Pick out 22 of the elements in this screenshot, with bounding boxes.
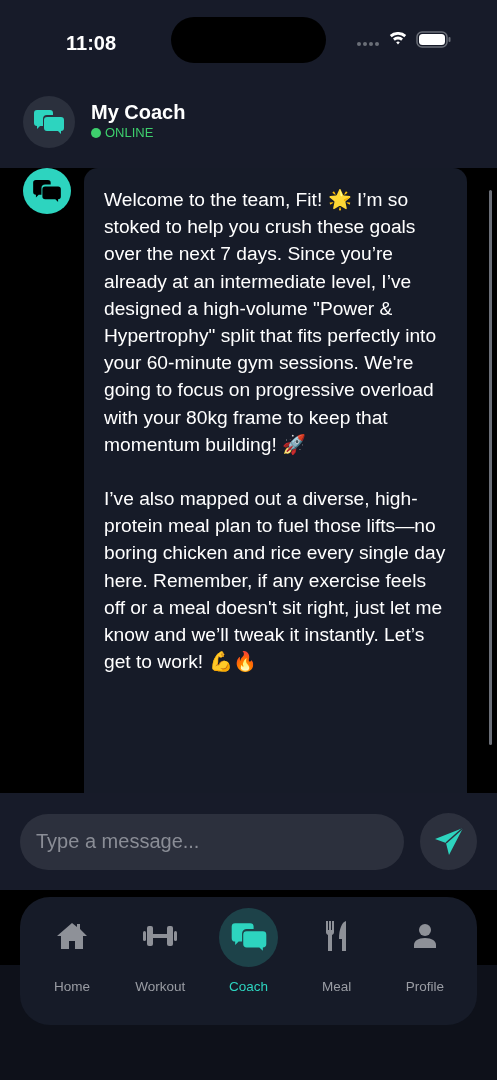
signal-icon — [356, 40, 380, 47]
fork-knife-icon — [325, 921, 348, 951]
chat-bubbles-icon — [229, 922, 268, 952]
message-text: I’ve also mapped out a diverse, high-protein meal plan to fuel those lifts—no boring chicken and rice every single day here. Remember, if any exercise feels off or a meal doesn't sit right, just let me know and we’ll tweak it instantly. Let’s get to work! 💪🔥 — [104, 487, 447, 675]
message-input[interactable]: Type a message... — [20, 813, 404, 870]
person-icon — [414, 924, 436, 948]
send-icon — [433, 826, 464, 857]
dumbbell-icon — [143, 925, 178, 947]
nav-tab[interactable]: Home — [28, 907, 116, 998]
online-status: ONLINE — [105, 123, 154, 142]
wifi-icon — [388, 32, 408, 47]
nav-tab[interactable]: Workout — [116, 907, 205, 998]
nav-tab[interactable]: Meal — [292, 907, 381, 998]
nav-tab[interactable]: Coach — [204, 907, 293, 998]
clock-time: 11:08 — [66, 31, 117, 56]
chat-title: My Coach — [91, 100, 186, 123]
message-text: Welcome to the team, Fit! 🌟 I’m so stoked to help you crush these goals over the next 7 days. Since you’re already at an intermediate level, I’ve designed a high-volume "Power & Hypertrophy" split that fits perfectly into your 60-minute gym sessions. We're going to focus on progressive overload with your 80kg frame to keep that momentum building! 🚀 — [104, 188, 438, 457]
chat-bubbles-icon — [33, 179, 61, 203]
home-icon — [56, 922, 88, 950]
chat-bubbles-icon — [34, 108, 64, 135]
battery-icon — [416, 31, 452, 48]
nav-tab[interactable]: Profile — [381, 907, 469, 998]
